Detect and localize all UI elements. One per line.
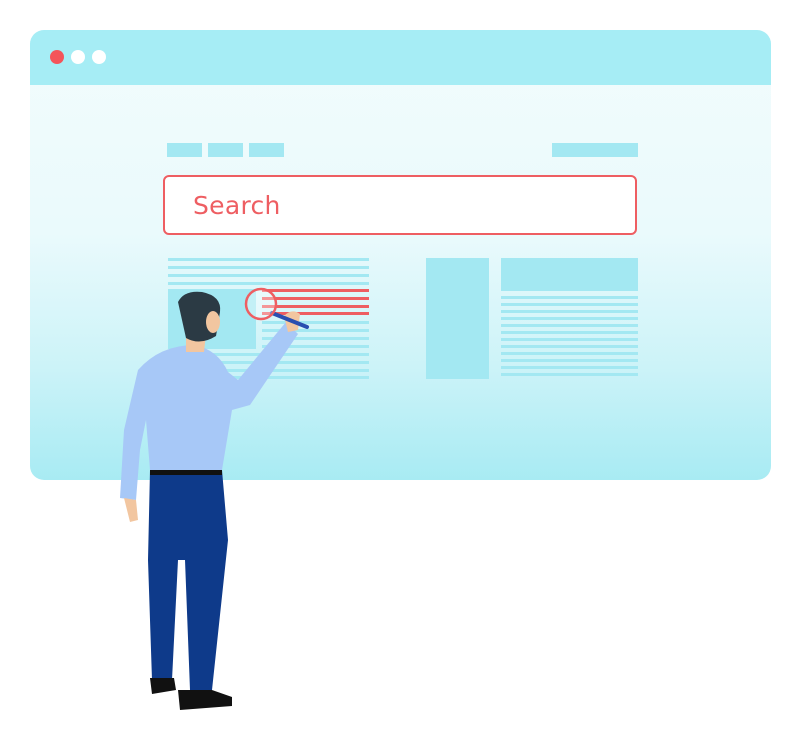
left-hand [124, 498, 138, 522]
highlighted-result [262, 289, 369, 315]
left-content-lines [168, 258, 369, 285]
illustration: Search [0, 0, 806, 736]
pants [148, 470, 228, 690]
right-image-block [426, 258, 489, 379]
right-header-block [501, 258, 638, 291]
left-shoe [150, 678, 176, 694]
person-figure [120, 287, 309, 710]
face [206, 311, 220, 333]
right-shoe [178, 690, 232, 710]
right-content-lines [501, 296, 638, 376]
scene-graphics [120, 258, 638, 710]
magnifier-icon [244, 287, 278, 321]
